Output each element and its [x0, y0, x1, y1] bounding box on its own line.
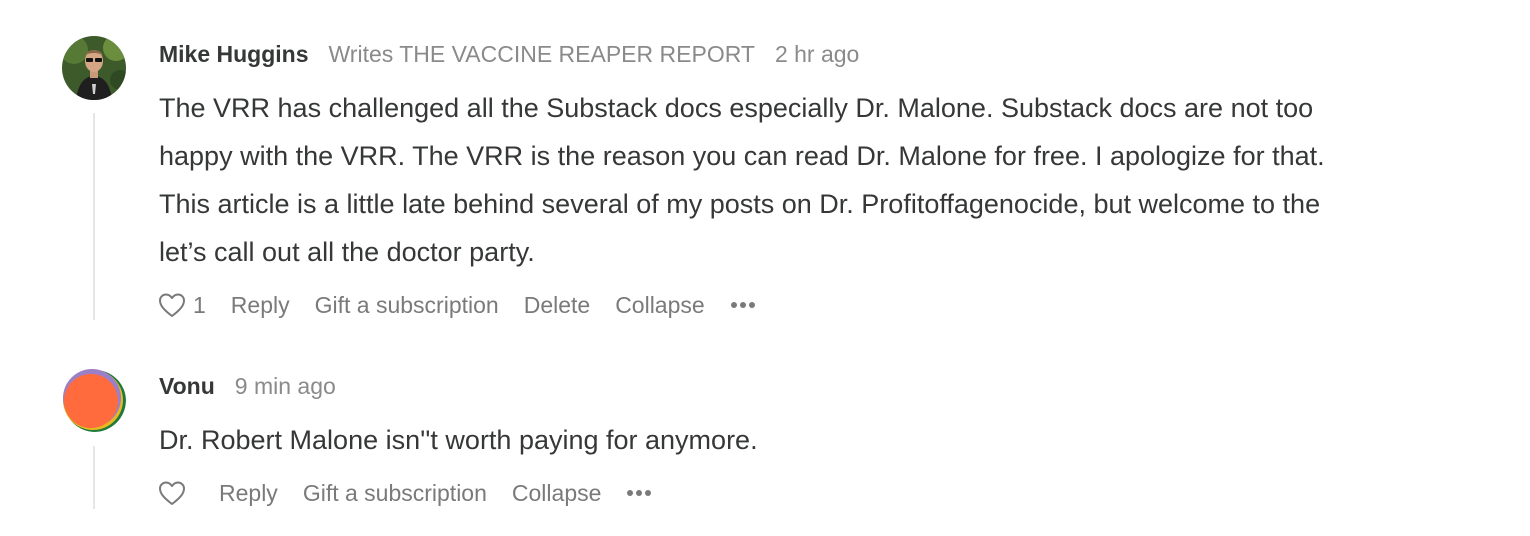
avatar[interactable] [62, 36, 126, 100]
more-dots-icon [730, 302, 755, 308]
timestamp[interactable]: 2 hr ago [775, 41, 859, 67]
comment-meta: Mike Huggins Writes THE VACCINE REAPER RE… [159, 40, 879, 68]
gift-subscription-button[interactable]: Gift a subscription [303, 480, 487, 507]
more-options-button[interactable] [730, 301, 756, 309]
user-photo-avatar-icon [62, 36, 126, 100]
comment-actions: 1 Reply Gift a subscription Delete Colla… [158, 290, 781, 320]
comment-meta: Vonu 9 min ago [159, 372, 356, 400]
avatar[interactable] [62, 368, 126, 432]
comment-body-line: let’s call out all the doctor party. [159, 237, 535, 267]
collapse-button[interactable]: Collapse [615, 292, 705, 319]
like-button[interactable]: 1 [158, 292, 206, 319]
comment-body-line: happy with the VRR. The VRR is the reaso… [159, 141, 1325, 171]
author-byline[interactable]: Writes THE VACCINE REAPER REPORT [329, 41, 755, 67]
reply-button[interactable]: Reply [219, 480, 278, 507]
like-button[interactable] [158, 480, 186, 506]
delete-button[interactable]: Delete [524, 292, 590, 319]
comment-body: The VRR has challenged all the Substack … [159, 84, 1325, 276]
heart-icon [159, 481, 185, 505]
author-name[interactable]: Vonu [159, 373, 215, 399]
thread-line[interactable] [93, 113, 95, 320]
comment-body-line: Dr. Robert Malone isn''t worth paying fo… [159, 425, 758, 455]
gift-subscription-button[interactable]: Gift a subscription [315, 292, 499, 319]
heart-icon [159, 293, 185, 317]
collapse-button[interactable]: Collapse [512, 480, 602, 507]
colorful-circle-avatar-icon [63, 369, 126, 432]
comment-body: Dr. Robert Malone isn''t worth paying fo… [159, 416, 758, 464]
comment-body-line: This article is a little late behind sev… [159, 189, 1321, 219]
comment-body-line: The VRR has challenged all the Substack … [159, 93, 1314, 123]
more-options-button[interactable] [626, 489, 652, 497]
like-count: 1 [193, 291, 206, 318]
reply-button[interactable]: Reply [231, 292, 290, 319]
timestamp[interactable]: 9 min ago [235, 373, 336, 399]
thread-line[interactable] [93, 446, 95, 509]
author-name[interactable]: Mike Huggins [159, 41, 309, 67]
more-dots-icon [627, 490, 652, 496]
comment-actions: Reply Gift a subscription Collapse [158, 478, 677, 508]
